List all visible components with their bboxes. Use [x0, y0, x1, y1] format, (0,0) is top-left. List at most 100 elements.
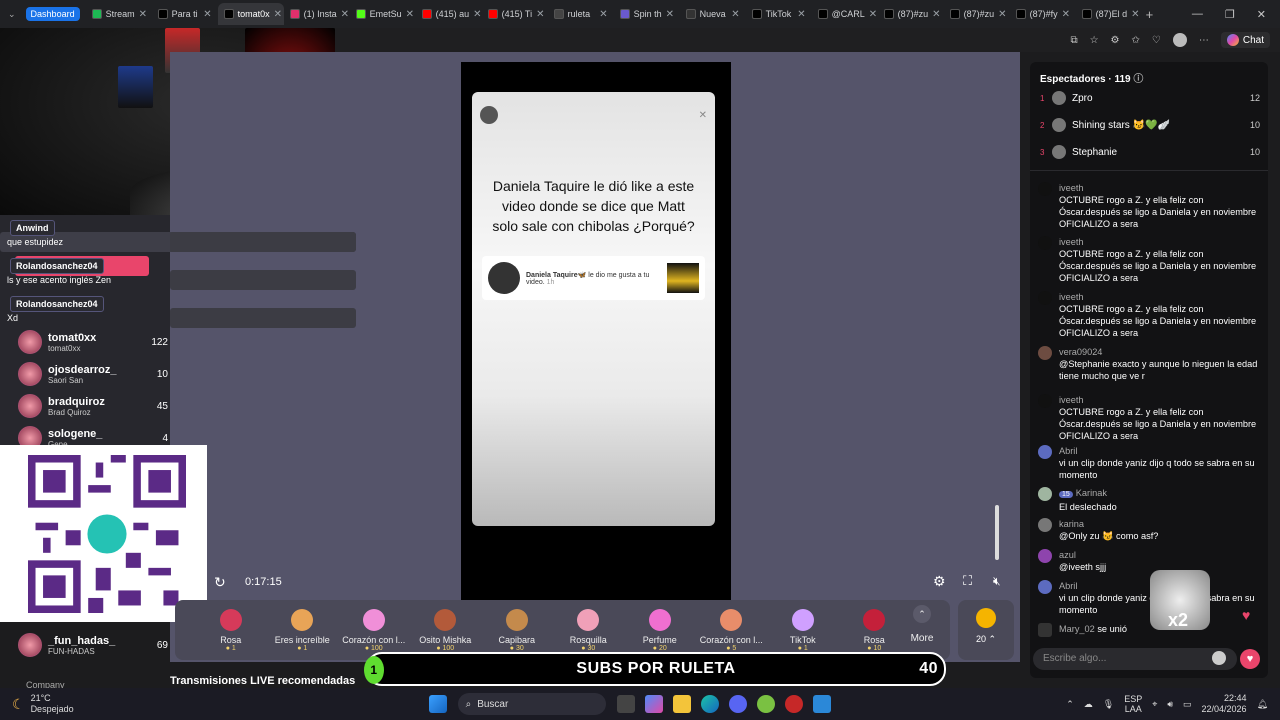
xbox-icon[interactable]	[756, 695, 775, 713]
more-gifts-button[interactable]: ⌃ More	[905, 605, 939, 644]
menu-dots-icon[interactable]: ⋯	[1199, 35, 1209, 46]
gift-item[interactable]: Eres increíble ● 1	[267, 608, 339, 652]
browser-tab[interactable]: Para ti ✕	[152, 3, 218, 25]
network-icon[interactable]: ⌖	[1152, 699, 1157, 710]
battery-icon[interactable]: ▭	[1183, 699, 1192, 710]
gift-item[interactable]: Capibara ● 30	[481, 608, 553, 652]
gift-item[interactable]: Corazón con l... ● 5	[696, 608, 768, 652]
copilot-taskbar-icon[interactable]	[644, 695, 663, 713]
browser-tab[interactable]: Nueva ✕	[680, 3, 746, 25]
tab-close-icon[interactable]: ✕	[932, 9, 940, 20]
chat-username: Rolandosanchez04	[10, 258, 104, 274]
tab-close-icon[interactable]: ✕	[341, 9, 349, 20]
bookmark-icon[interactable]: ☆	[1090, 35, 1099, 46]
app-icon[interactable]	[784, 695, 803, 713]
browser-tab[interactable]: (415) Ti ✕	[482, 3, 548, 25]
tab-close-icon[interactable]: ✕	[1062, 9, 1070, 20]
top-viewer-row[interactable]: 2 Shining stars 😼💚🪽 10	[1040, 115, 1260, 135]
leaderboard-row[interactable]: ojosdearroz_ Saori San 10	[18, 360, 168, 388]
browser-tab[interactable]: Spin th ✕	[614, 3, 680, 25]
gift-item[interactable]: TikTok ● 1	[767, 608, 839, 652]
leaderboard-row[interactable]: _fun_hadas_ FUN-HADAS 69	[18, 631, 168, 659]
file-explorer-icon[interactable]	[672, 695, 691, 713]
tab-close-icon[interactable]: ✕	[869, 9, 877, 20]
top-viewer-row[interactable]: 3 Stephanie 10	[1040, 142, 1260, 162]
weather-widget[interactable]: 21°C Despejado	[31, 693, 74, 715]
tab-favicon-icon	[487, 9, 498, 19]
extensions-icon[interactable]: ⚙	[1111, 35, 1120, 46]
close-window-icon[interactable]: ✕	[1257, 8, 1266, 21]
viewer-name: Stephanie	[1072, 146, 1118, 158]
tab-close-icon[interactable]: ✕	[797, 9, 805, 20]
tab-close-icon[interactable]: ✕	[998, 9, 1006, 20]
volume-icon[interactable]: 🔊︎	[1167, 699, 1173, 710]
new-tab-button[interactable]: +	[1146, 7, 1154, 22]
clock[interactable]: 22:44 22/04/2026	[1202, 693, 1247, 715]
top-viewer-row[interactable]: 1 Zpro 12	[1040, 88, 1260, 108]
notification-bell-icon[interactable]: 🔔︎	[1257, 699, 1268, 710]
gift-item[interactable]: Rosa ● 10	[839, 608, 911, 652]
emoji-icon[interactable]	[1212, 651, 1226, 665]
tab-close-icon[interactable]: ✕	[731, 9, 739, 20]
tab-close-icon[interactable]: ✕	[139, 9, 147, 20]
tab-close-icon[interactable]: ✕	[599, 9, 607, 20]
leaderboard-row[interactable]: tomat0xx tomat0xx 122	[18, 328, 168, 356]
heart-outline-icon[interactable]: ♡	[1152, 35, 1161, 46]
start-icon[interactable]	[428, 695, 447, 713]
tab-close-icon[interactable]: ✕	[473, 9, 481, 20]
favorites-icon[interactable]: ✩	[1132, 35, 1140, 46]
tray-chevron-icon[interactable]: ⌃	[1066, 699, 1074, 710]
tab-close-icon[interactable]: ✕	[406, 9, 414, 20]
tab-close-icon[interactable]: ✕	[1131, 9, 1139, 20]
chat-input[interactable]: Escribe algo...	[1033, 648, 1237, 670]
language-indicator[interactable]: ESP LAA	[1124, 694, 1142, 714]
taskbar-search[interactable]: ⌕ Buscar	[457, 693, 606, 715]
browser-tab[interactable]: (87)#zu ✕	[878, 3, 944, 25]
discord-icon[interactable]	[728, 695, 747, 713]
maximize-icon[interactable]: ❐	[1225, 8, 1235, 21]
onedrive-icon[interactable]: ☁	[1084, 699, 1093, 710]
dashboard-tab-group[interactable]: Dashboard	[25, 7, 80, 21]
task-view-icon[interactable]	[616, 695, 635, 713]
browser-tab[interactable]: (87)#fy ✕	[1010, 3, 1076, 25]
gift-item[interactable]: Rosquilla ● 30	[553, 608, 625, 652]
date-label: 22/04/2026	[1201, 704, 1247, 714]
mute-icon[interactable]: 🔇︎	[993, 574, 1001, 589]
tab-close-icon[interactable]: ✕	[666, 9, 674, 20]
settings-icon[interactable]: ⚙	[933, 573, 946, 590]
open-external-icon[interactable]: ⧉	[1070, 35, 1077, 46]
minimize-icon[interactable]: —	[1192, 8, 1203, 21]
browser-tab[interactable]: TikTok ✕	[746, 3, 812, 25]
fullscreen-icon[interactable]: ⛶	[963, 573, 972, 589]
browser-tab[interactable]: EmetSu ✕	[350, 3, 416, 25]
edge-icon[interactable]	[700, 695, 719, 713]
info-icon[interactable]: ⓘ	[1133, 74, 1143, 85]
browser-tab[interactable]: ruleta ✕	[548, 3, 614, 25]
gift-item[interactable]: Perfume ● 20	[624, 608, 696, 652]
profile-avatar[interactable]	[1172, 33, 1187, 47]
tab-close-icon[interactable]: ✕	[274, 9, 282, 20]
leaderboard-row[interactable]: bradquiroz Brad Quiroz 45	[18, 392, 168, 420]
app-icon[interactable]	[812, 695, 831, 713]
gift-item[interactable]: Osito Mishka ● 100	[410, 608, 482, 652]
tab-search-icon[interactable]: ⌄	[8, 9, 16, 20]
browser-tab[interactable]: Stream ✕	[86, 3, 152, 25]
microphone-icon[interactable]: 🎙︎	[1103, 699, 1114, 710]
coin-balance-button[interactable]: 20 ⌃	[958, 600, 1014, 660]
volume-slider[interactable]	[995, 505, 999, 560]
browser-tab[interactable]: (87)El d ✕	[1076, 3, 1142, 25]
tab-close-icon[interactable]: ✕	[536, 9, 544, 20]
copilot-chat-button[interactable]: Chat	[1220, 32, 1270, 48]
browser-tab[interactable]: tomat0x ✕	[217, 3, 284, 25]
browser-tab[interactable]: @CARL ✕	[812, 3, 878, 25]
chat-message: Abril vi un clip donde yaniz dijo q todo …	[1038, 445, 1260, 481]
browser-tab[interactable]: (415) au ✕	[416, 3, 482, 25]
gift-item[interactable]: Rosa ● 1	[195, 608, 267, 652]
gift-item[interactable]: Corazón con l... ● 100	[338, 608, 410, 652]
tab-close-icon[interactable]: ✕	[203, 9, 211, 20]
browser-tab[interactable]: (87)#zu ✕	[944, 3, 1010, 25]
like-button[interactable]: ♥	[1240, 649, 1260, 669]
chat-username: Anwind	[10, 220, 55, 236]
browser-tab[interactable]: (1) Insta ✕	[284, 3, 350, 25]
replay-icon[interactable]: ↻	[214, 574, 226, 591]
